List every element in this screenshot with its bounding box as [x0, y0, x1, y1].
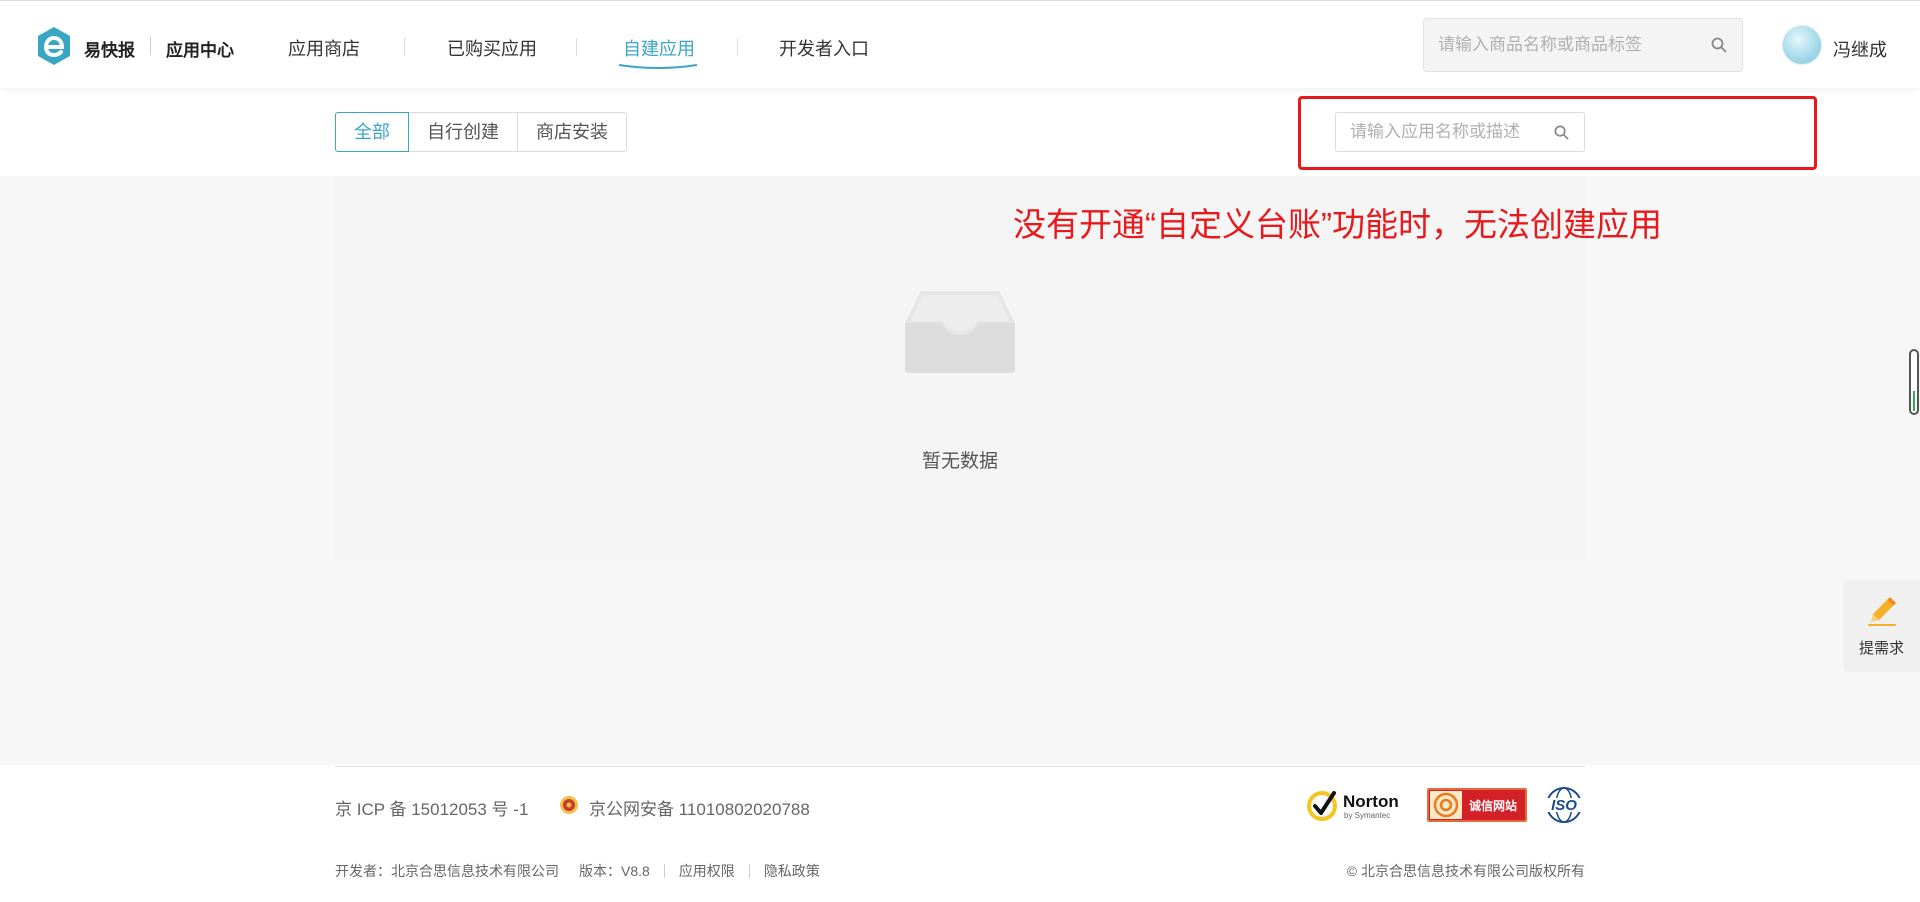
feedback-request-button[interactable]: 提需求 — [1843, 580, 1920, 672]
brand-divider — [150, 37, 151, 55]
empty-inbox-icon — [905, 291, 1015, 373]
scroll-indicator[interactable] — [1909, 349, 1919, 415]
developer-info: 开发者：北京合思信息技术有限公司 — [335, 863, 559, 879]
version-info: 版本：V8.8 — [579, 863, 650, 879]
police-record[interactable]: 京公网安备 11010802020788 — [589, 795, 810, 820]
feedback-label: 提需求 — [1858, 640, 1904, 657]
iso-label: ISO — [1551, 797, 1577, 814]
police-badge-icon — [560, 796, 578, 814]
norton-label: Norton — [1343, 792, 1399, 811]
filter-toolbar: 全部 自行创建 商店安装 — [0, 88, 1920, 176]
nav-self-built-apps[interactable]: 自建应用 — [623, 35, 695, 61]
scroll-indicator-fill — [1913, 391, 1915, 411]
brand-name[interactable]: 易快报 — [84, 36, 135, 61]
footer-meta: 开发者：北京合思信息技术有限公司 版本：V8.8 应用权限 隐私政策 — [335, 861, 820, 881]
pencil-icon — [1867, 597, 1896, 626]
tab-all[interactable]: 全部 — [335, 112, 409, 152]
nav-divider — [576, 38, 577, 56]
nav-divider — [404, 38, 405, 56]
app-center-title[interactable]: 应用中心 — [166, 36, 234, 61]
nav-app-store[interactable]: 应用商店 — [288, 35, 360, 61]
tab-store-installed[interactable]: 商店安装 — [518, 112, 627, 152]
norton-badge[interactable]: Norton by Symantec — [1305, 785, 1405, 827]
product-search-input[interactable] — [1424, 19, 1684, 71]
user-name[interactable]: 冯继成 — [1833, 36, 1887, 62]
tab-self-created[interactable]: 自行创建 — [409, 112, 518, 152]
iso-badge[interactable]: ISO — [1543, 786, 1585, 824]
trusted-site-emblem-icon: 诚信网站 — [1427, 788, 1527, 822]
nav-divider — [737, 38, 738, 56]
ekuaibao-logo-icon[interactable] — [36, 26, 72, 66]
active-nav-underline — [618, 64, 698, 69]
source-filter-tabs: 全部 自行创建 商店安装 — [335, 112, 627, 152]
icp-record[interactable]: 京 ICP 备 15012053 号 -1 — [335, 795, 528, 820]
app-search-input[interactable] — [1336, 113, 1546, 151]
nav-purchased-apps[interactable]: 已购买应用 — [447, 35, 537, 61]
privacy-policy-link[interactable]: 隐私政策 — [764, 861, 820, 881]
nav-developer-entry[interactable]: 开发者入口 — [779, 35, 869, 61]
annotation-text: 没有开通“自定义台账”功能时，无法创建应用 — [1013, 206, 1662, 243]
app-permissions-link[interactable]: 应用权限 — [679, 861, 735, 881]
search-icon[interactable] — [1553, 124, 1570, 141]
avatar[interactable] — [1782, 25, 1822, 65]
footer-divider — [335, 766, 1585, 767]
norton-sub-label: by Symantec — [1344, 811, 1390, 820]
page-footer: 京 ICP 备 15012053 号 -1 京公网安备 110108020207… — [0, 765, 1920, 902]
product-search-box — [1423, 18, 1743, 72]
empty-state-text: 暂无数据 — [921, 451, 998, 472]
app-search-box — [1335, 112, 1585, 152]
trusted-site-badge[interactable]: 诚信网站 — [1427, 788, 1527, 822]
top-header: 易快报 应用中心 应用商店 已购买应用 自建应用 开发者入口 冯继成 — [0, 0, 1920, 88]
copyright-text: © 北京合思信息技术有限公司版权所有 — [1346, 863, 1585, 879]
search-icon[interactable] — [1710, 36, 1728, 54]
trusted-site-label: 诚信网站 — [1469, 798, 1517, 813]
